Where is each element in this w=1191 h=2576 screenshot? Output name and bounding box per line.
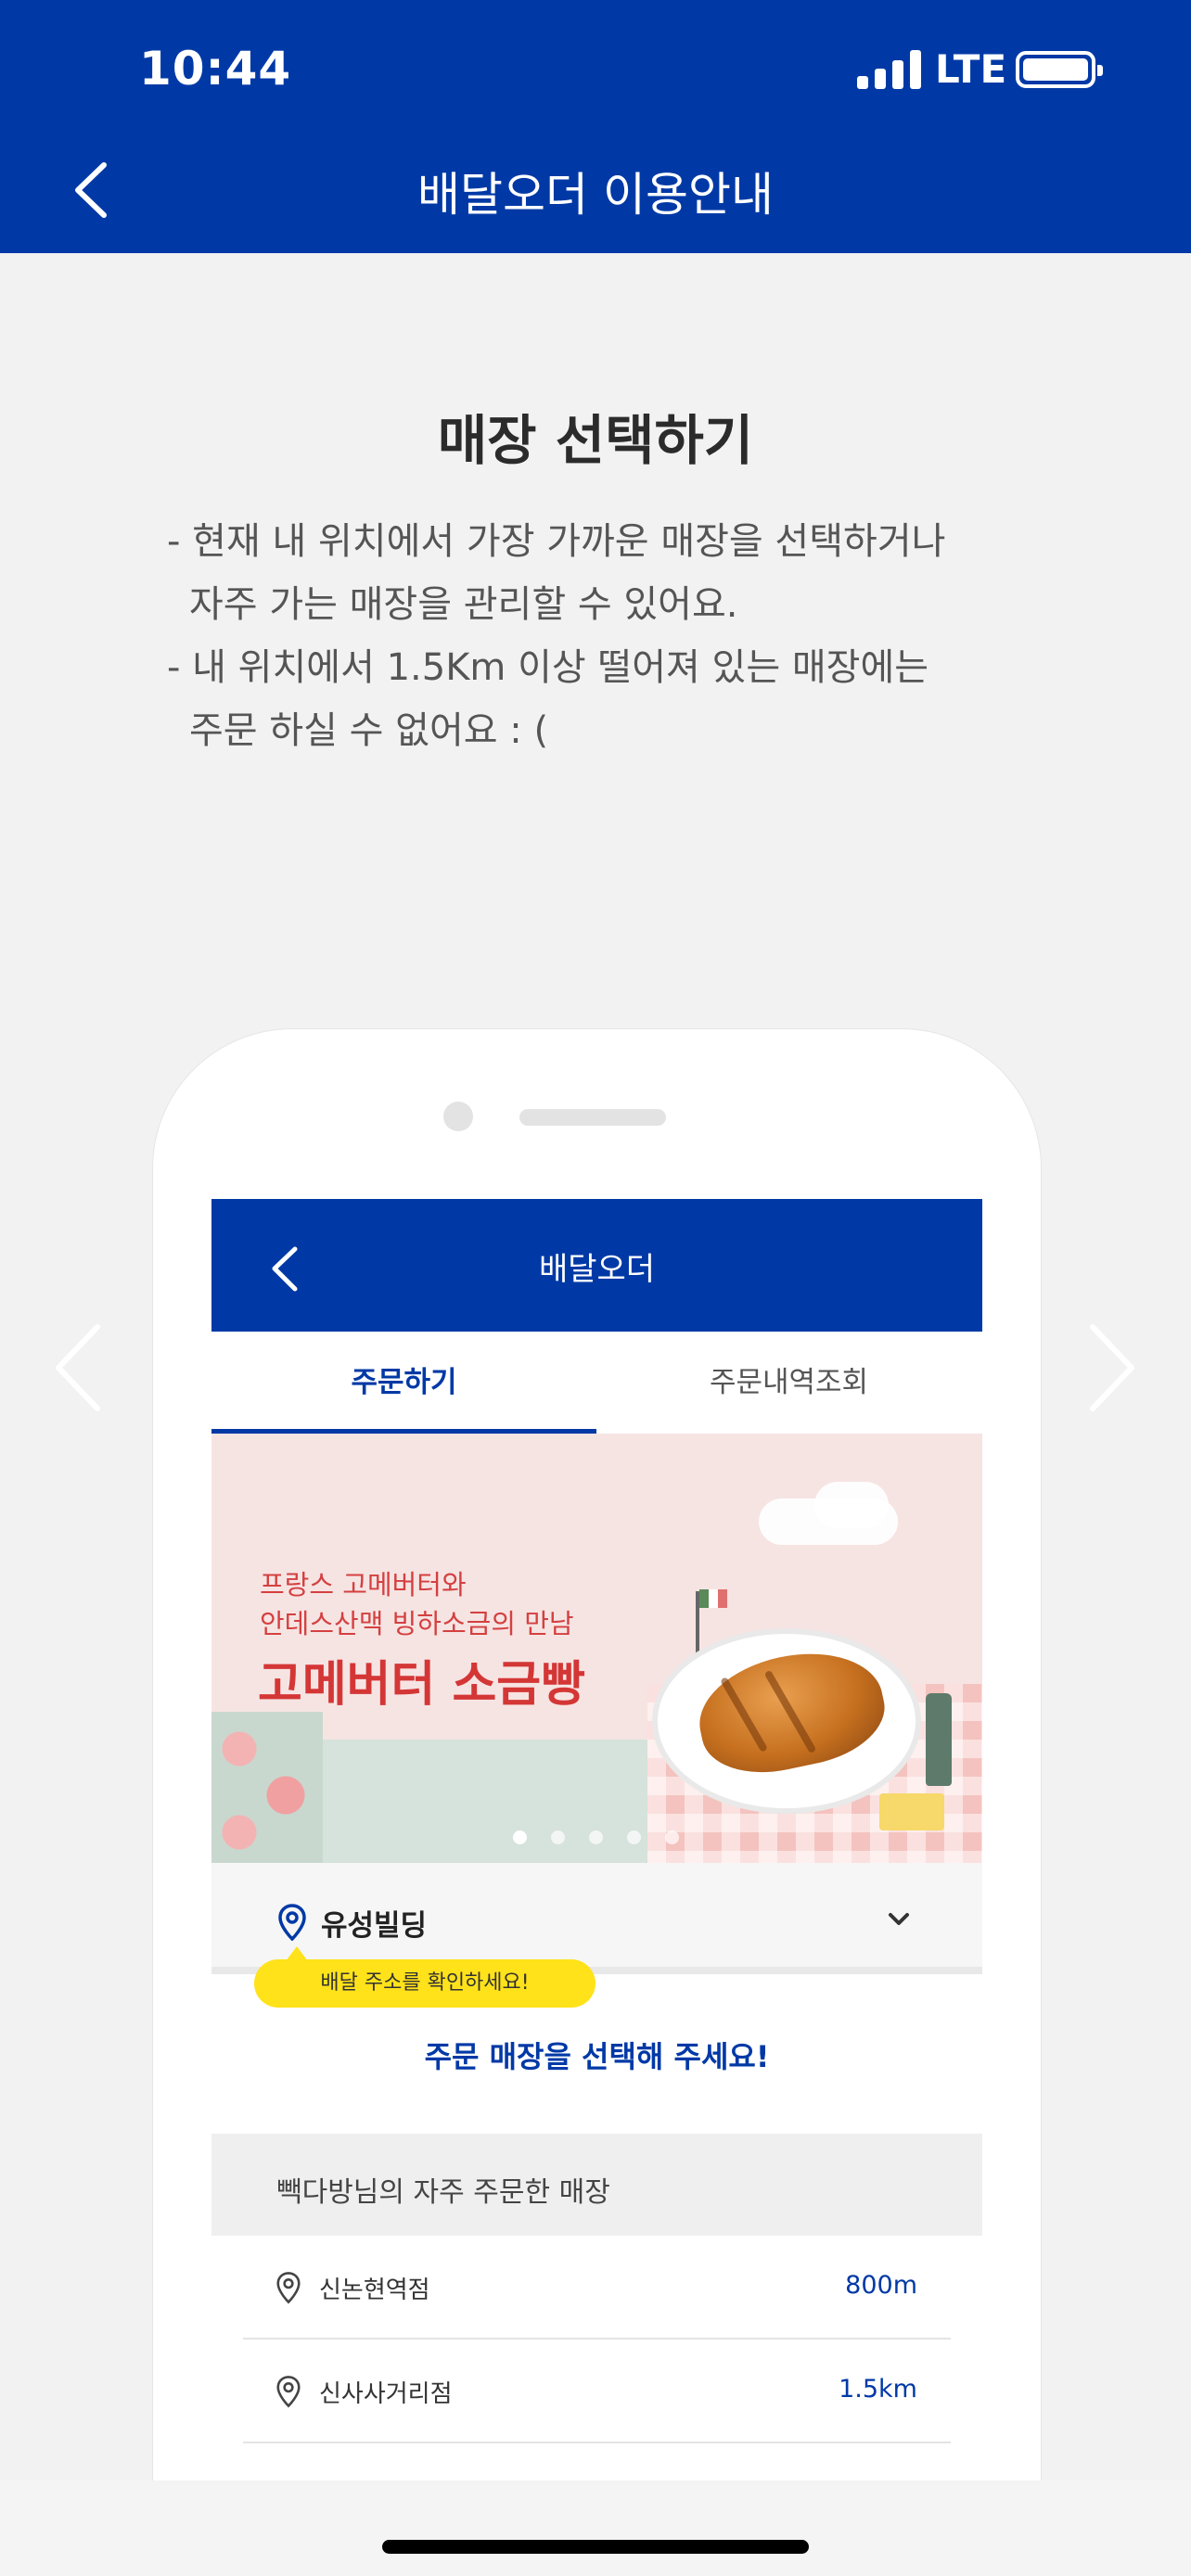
network-type: LTE [935,46,1007,92]
description-line: 자주 가는 매장을 관리할 수 있어요. [189,583,738,626]
location-pin-icon [276,2272,301,2304]
store-distance: 1.5km [839,2375,917,2404]
delivery-location-row: 유성빌딩 [211,1863,982,1974]
address-tooltip: 배달 주소를 확인하세요! [254,1946,596,2008]
section-description: - 현재 내 위치에서 가장 가까운 매장을 선택하거나 자주 가는 매장을 관… [167,510,1076,762]
tab-order-history: 주문내역조회 [709,1366,869,1399]
store-name: 신사사거리점 [319,2380,453,2408]
description-line: - 내 위치에서 1.5Km 이상 떨어져 있는 매장에는 [167,646,929,689]
signal-icon [857,48,922,89]
select-store-prompt: 주문 매장을 선택해 주세요! [424,2039,770,2074]
banner-line-2: 안데스산맥 빙하소금의 만남 [260,1608,574,1639]
status-time: 10:44 [139,42,292,96]
tab-order: 주문하기 [211,1332,596,1434]
home-indicator[interactable] [382,2540,809,2554]
promo-banner: 프랑스 고메버터와 안데스산맥 빙하소금의 만남 고메버터 소금빵 [211,1434,982,1863]
banner-pagination [513,1830,703,1845]
mockup-tabs: 주문하기 주문내역조회 [211,1332,982,1434]
banner-line-1: 프랑스 고메버터와 [260,1569,467,1600]
store-distance: 800m [845,2271,917,2300]
phone-camera [443,1102,473,1131]
mockup-title: 배달오더 [538,1251,656,1288]
frequent-stores-header: 빽다방님의 자주 주문한 매장 [211,2134,982,2236]
mockup-header: 배달오더 [211,1199,982,1332]
location-pin-icon [276,2376,301,2408]
frequent-stores-title: 빽다방님의 자주 주문한 매장 [276,2176,610,2209]
carousel-next-icon[interactable] [1083,1321,1139,1414]
pagination-dot [513,1830,527,1844]
pagination-dot [551,1830,565,1844]
description-line: 주문 하실 수 없어요 : ( [189,709,549,752]
location-pin-icon [278,1904,306,1941]
mockup-screen: 배달오더 주문하기 주문내역조회 프랑스 고메버터와 안데스산맥 빙하소금의 만… [211,1199,982,2479]
cloud-decoration [814,1482,889,1528]
bottom-safe-area [0,2480,1191,2576]
pagination-dot [627,1830,641,1844]
store-name: 신논현역점 [319,2276,430,2304]
butter-image [879,1793,944,1830]
top-bar: 10:44 LTE 배달오더 이용안내 [0,0,1191,253]
location-name: 유성빌딩 [321,1909,428,1943]
store-list-item: 신논현역점 800m [243,2236,951,2340]
phone-speaker [519,1109,666,1126]
page-title: 배달오더 이용안내 [417,168,774,222]
description-line: - 현재 내 위치에서 가장 가까운 매장을 선택하거나 [167,520,946,563]
section-heading: 매장 선택하기 [437,409,754,472]
store-list-item: 신사사거리점 1.5km [243,2340,951,2443]
flower-decoration [211,1712,323,1863]
france-flag-icon [699,1589,727,1608]
bottle-image [926,1693,952,1786]
chevron-down-icon [889,1913,909,1925]
carousel-prev-icon[interactable] [51,1321,107,1414]
battery-icon [1016,51,1103,88]
pagination-dot [589,1830,603,1844]
pagination-dot [665,1830,679,1844]
banner-headline: 고메버터 소금빵 [258,1657,585,1713]
